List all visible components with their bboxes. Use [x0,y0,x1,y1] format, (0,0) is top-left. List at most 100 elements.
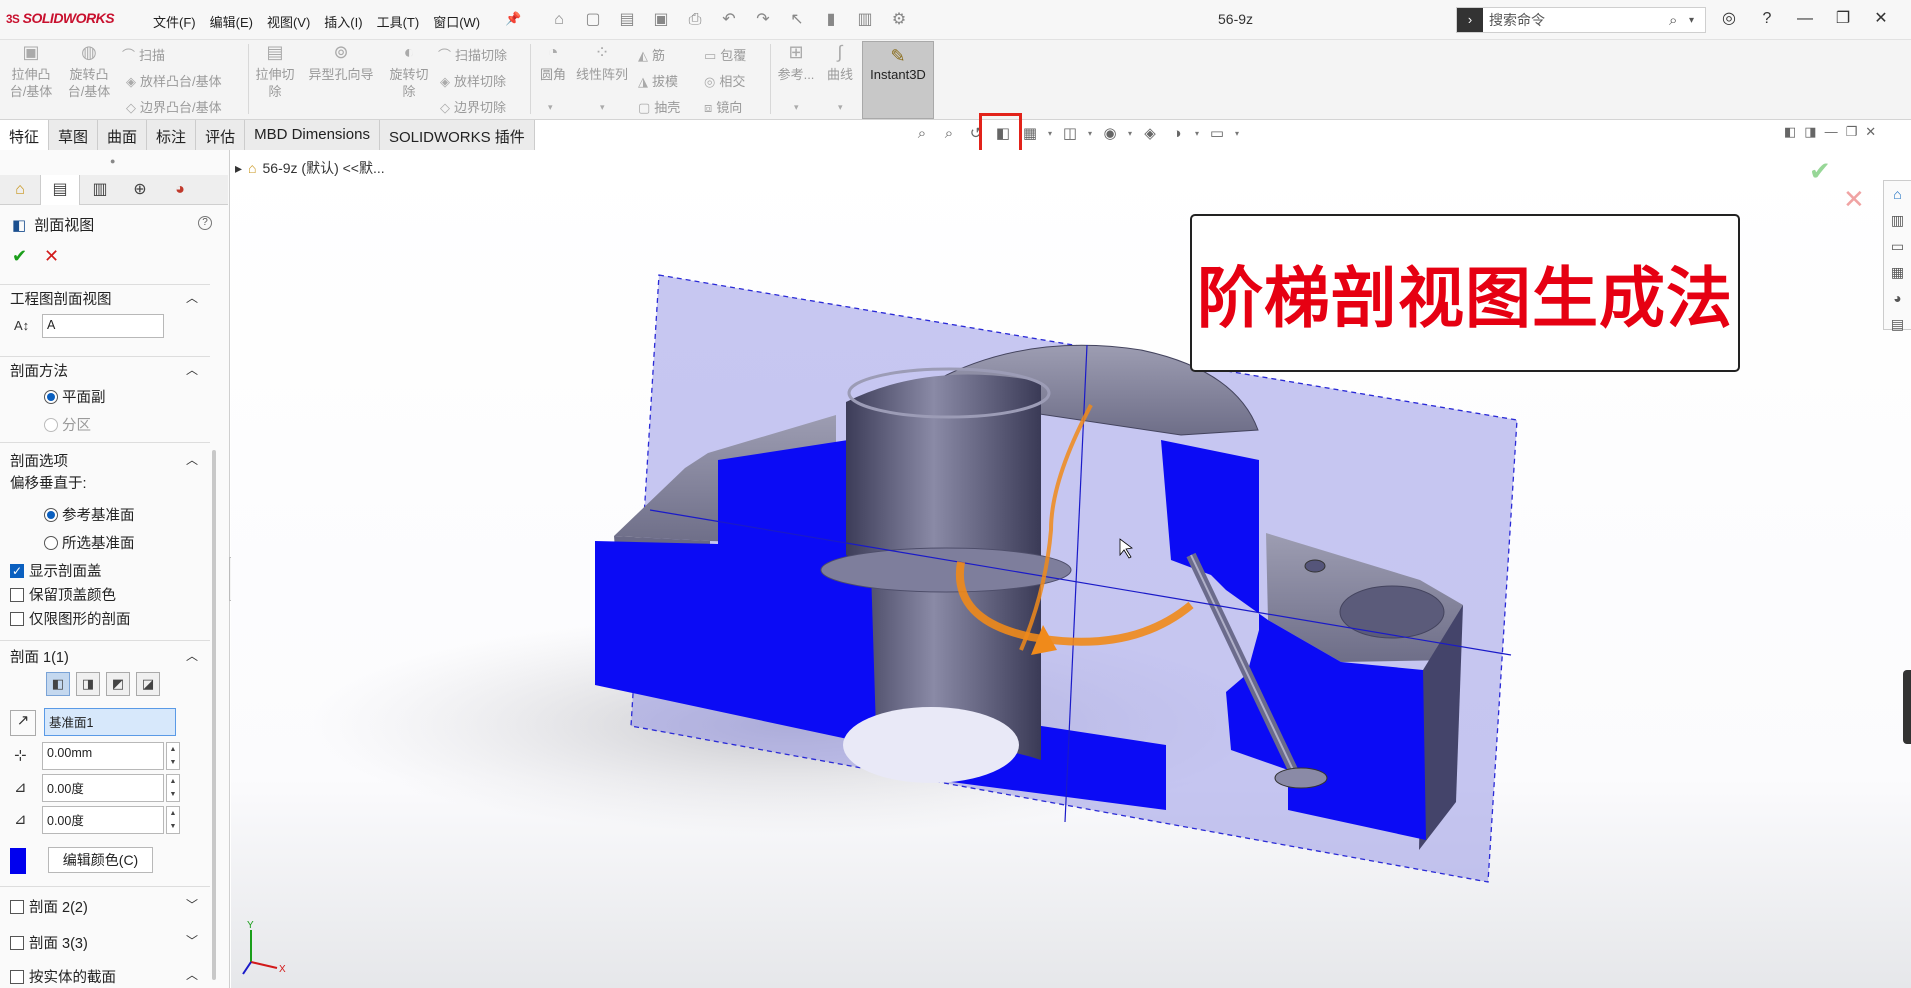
section-header-options[interactable]: 剖面选项 [10,450,68,471]
reverse-direction-icon[interactable]: ↗ [10,710,36,736]
checkbox-keep-cap-color[interactable]: 保留顶盖颜色 [10,584,116,605]
menu-tools[interactable]: 工具(T) [370,12,427,31]
chevron-down-icon[interactable]: ﹀ [186,932,198,949]
menu-window[interactable]: 窗口(W) [426,12,487,31]
search-commands[interactable]: › 搜索命令 ⌕ ▾ [1456,7,1706,33]
curves-button[interactable]: ∫ 曲线 [818,43,862,83]
tile-right-icon[interactable]: ◨ [1804,124,1816,140]
chevron-down-icon[interactable]: ▾ [548,102,553,113]
tab-features[interactable]: 特征 [0,120,50,150]
chevron-down-icon[interactable]: ▾ [1045,129,1055,138]
chevron-down-icon[interactable]: ▾ [794,102,799,113]
display-manager-icon[interactable]: ◕ [160,175,200,205]
print-icon[interactable]: ⎙ [681,8,709,32]
configuration-manager-icon[interactable]: ▥ [80,175,120,205]
edit-appearance-icon[interactable]: ◑ [1165,125,1189,142]
revolve-boss-button[interactable]: ◍ 旋转凸台/基体 [66,43,112,100]
reference-plane-field[interactable]: 基准面1 [44,708,176,736]
sweep-button[interactable]: ⌒ 扫描 [122,45,165,64]
tab-mbd-dimensions[interactable]: MBD Dimensions [245,120,380,150]
chevron-down-icon[interactable]: ▾ [1689,15,1705,26]
redo-icon[interactable]: ↷ [749,8,777,32]
home-icon[interactable]: ⌂ [545,8,573,32]
spin-stepper[interactable]: ▲ ▼ [166,742,180,770]
section-plane-top-icon[interactable]: ◨ [76,672,100,696]
expand-arrow-icon[interactable]: ▸ [235,160,242,177]
section-header-drawing[interactable]: 工程图剖面视图 [10,288,112,309]
menu-insert[interactable]: 插入(I) [317,12,369,31]
linear-pattern-button[interactable]: ⁘ 线性阵列 [572,43,632,83]
shell-button[interactable]: ▢ 抽壳 [638,97,680,116]
dimxpert-icon[interactable]: ⊕ [120,175,160,205]
ok-check-button[interactable]: ✔ [12,246,27,267]
chevron-down-icon[interactable]: ▾ [600,102,605,113]
chevron-down-icon[interactable]: ▾ [1125,129,1135,138]
radio-planar[interactable]: 平面副 [44,386,106,407]
minimize-viewport-icon[interactable]: — [1825,124,1838,140]
minimize-button[interactable]: — [1792,6,1818,32]
extrude-cut-button[interactable]: ▤ 拉伸切除 [252,43,298,100]
mirror-button[interactable]: ⧈ 镜向 [704,97,742,116]
tab-solidworks-addins[interactable]: SOLIDWORKS 插件 [379,120,535,150]
property-manager-icon[interactable]: ▤ [40,175,80,205]
checkbox-graphics-only-section[interactable]: 仅限图形的剖面 [10,608,131,629]
menu-file[interactable]: 文件(F) [146,12,203,31]
section-header-method[interactable]: 剖面方法 [10,360,68,381]
feature-manager-icon[interactable]: ⌂ [0,175,40,205]
fillet-button[interactable]: ◔ 圆角 [530,43,576,83]
menu-edit[interactable]: 编辑(E) [203,12,260,31]
save-icon[interactable]: ▣ [647,8,675,32]
chevron-up-icon[interactable]: ︿ [186,647,198,664]
chevron-up-icon[interactable]: ︿ [186,289,198,306]
tile-icon[interactable]: ◧ [1784,124,1796,140]
rib-button[interactable]: ◭ 筋 [638,45,665,64]
tab-sketch[interactable]: 草图 [49,120,99,150]
swept-cut-button[interactable]: ⌒ 扫描切除 [438,45,507,64]
loft-cut-button[interactable]: ◈ 放样切除 [440,71,506,90]
revolve-cut-button[interactable]: ◐ 旋转切除 [386,43,432,100]
chevron-down-icon[interactable]: ▾ [838,102,843,113]
hide-show-items-icon[interactable]: ◈ [1138,124,1162,142]
new-document-icon[interactable]: ▢ [579,8,607,32]
panel-scrollbar[interactable] [212,450,216,980]
cancel-x-button[interactable]: ✕ [44,246,59,267]
section-header-section1[interactable]: 剖面 1(1) [10,646,69,667]
section-plane-front-icon[interactable]: ◧ [46,672,70,696]
section-plane-right-icon[interactable]: ◩ [106,672,130,696]
intersect-button[interactable]: ◎ 相交 [704,71,745,90]
close-viewport-icon[interactable]: ✕ [1865,124,1876,140]
confirm-corner-check-icon[interactable]: ✔ [1809,156,1831,187]
reference-geometry-button[interactable]: ⊞ 参考... [772,43,820,83]
spin-stepper[interactable]: ▲ ▼ [166,774,180,802]
file-properties-icon[interactable]: ▥ [851,8,879,32]
extrude-boss-button[interactable]: ▣ 拉伸凸台/基体 [8,43,54,100]
chevron-up-icon[interactable]: ︿ [186,451,198,468]
display-settings-icon[interactable]: ▭ [1205,124,1229,142]
help-icon[interactable]: ? [198,216,212,230]
open-document-icon[interactable]: ▤ [613,8,641,32]
confirm-corner-x-icon[interactable]: ✕ [1843,184,1865,215]
edit-color-button[interactable]: 编辑颜色(C) [48,847,153,873]
options-gear-icon[interactable]: ⚙ [885,8,913,32]
angle-y-field[interactable]: 0.00度 [42,806,164,834]
user-account-icon[interactable]: ◎ [1716,6,1742,32]
angle-x-field[interactable]: 0.00度 [42,774,164,802]
tab-markup[interactable]: 标注 [147,120,197,150]
search-icon[interactable]: ⌕ [1669,12,1689,29]
custom-properties-icon[interactable]: ▤ [1884,311,1911,337]
graphics-viewport[interactable]: ▸ ⌂ 56-9z (默认) <<默... 阶梯剖视图生成法 ✔ ✕ ⌂ ▥ ▭… [231,150,1911,988]
select-icon[interactable]: ↖ [783,8,811,32]
checkbox-section-by-body[interactable]: 按实体的截面 [10,966,116,987]
solidworks-logo[interactable]: 3S SOLIDWORKS [6,10,115,26]
chevron-up-icon[interactable]: ︿ [186,966,198,983]
display-style-icon[interactable]: ◉ [1098,124,1122,142]
chevron-down-icon[interactable]: ▾ [1085,129,1095,138]
chevron-down-icon[interactable]: ▾ [1232,129,1242,138]
design-library-icon[interactable]: ▥ [1884,207,1911,233]
view-palette-icon[interactable]: ▦ [1884,259,1911,285]
spin-stepper[interactable]: ▲ ▼ [166,806,180,834]
radio-zonal[interactable]: 分区 [44,414,91,435]
feature-tree-breadcrumb[interactable]: ▸ ⌂ 56-9z (默认) <<默... [235,158,385,178]
close-button[interactable]: ✕ [1868,6,1894,32]
wrap-button[interactable]: ▭ 包覆 [704,45,746,64]
